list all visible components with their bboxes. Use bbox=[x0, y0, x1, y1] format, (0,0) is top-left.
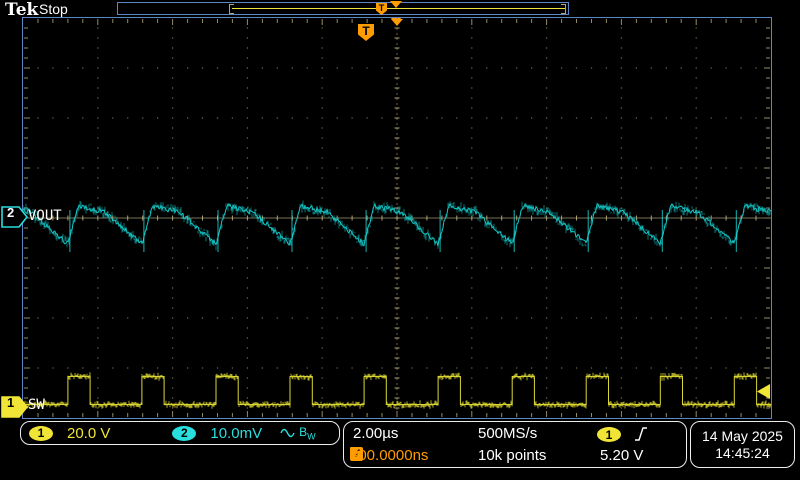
rising-edge-icon bbox=[634, 426, 648, 442]
ch1-waveform-label: SW bbox=[28, 397, 45, 413]
trigger-level: 5.20 V bbox=[600, 447, 643, 464]
ch1-marker-number: 1 bbox=[7, 395, 14, 410]
oscilloscope-screen: Tek Stop T T 2 VOUT 1 SW 1 20.0 V 2 10.0… bbox=[0, 0, 800, 480]
trigger-level-arrow-icon bbox=[757, 384, 770, 399]
trigger-source-badge: 1 bbox=[597, 427, 621, 442]
ac-coupling-icon bbox=[280, 426, 296, 440]
record-overview-bar: T bbox=[117, 2, 569, 15]
ch2-badge: 2 bbox=[172, 426, 196, 441]
graticule bbox=[22, 17, 772, 419]
bandwidth-limit-icon: BW bbox=[299, 425, 316, 441]
trigger-position-badge-small: T bbox=[376, 3, 387, 15]
time-display: 14:45:24 bbox=[715, 445, 770, 462]
datetime-box: 14 May 2025 14:45:24 bbox=[690, 421, 795, 468]
time-per-div: 2.00µs bbox=[353, 425, 398, 442]
trigger-position-icon bbox=[390, 1, 402, 8]
date-display: 14 May 2025 bbox=[702, 428, 783, 445]
sample-rate: 500MS/s bbox=[478, 425, 537, 442]
record-length: 10k points bbox=[478, 447, 546, 464]
acquisition-status: Stop bbox=[39, 1, 68, 17]
channel-readout-box: 1 20.0 V 2 10.0mV BW bbox=[20, 421, 340, 445]
window-bracket-left bbox=[229, 4, 234, 14]
waveform-display bbox=[23, 18, 771, 418]
ch2-marker-number: 2 bbox=[7, 205, 14, 220]
ch1-position-marker bbox=[1, 394, 28, 420]
ch2-waveform-label: VOUT bbox=[28, 208, 62, 224]
window-bracket-right bbox=[561, 4, 566, 14]
ch2-position-marker bbox=[1, 204, 28, 230]
ch1-badge: 1 bbox=[29, 426, 53, 441]
ch2-scale: 10.0mV bbox=[210, 425, 262, 442]
ch1-scale: 20.0 V bbox=[67, 425, 110, 442]
horizontal-trigger-box: 2.00µs 500MS/s 1 T→800.0000ns 10k points… bbox=[343, 421, 687, 468]
